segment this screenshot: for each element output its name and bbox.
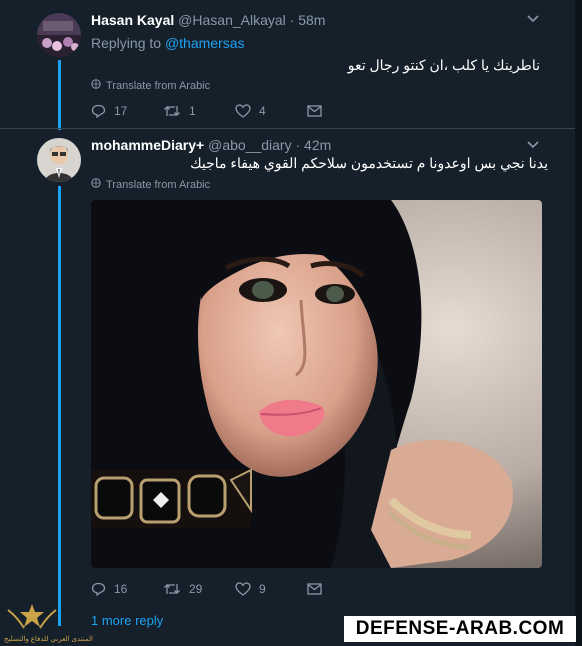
more-replies-link[interactable]: 1 more reply [91,613,163,628]
user-handle[interactable]: @Hasan_Alkayal [178,12,286,28]
globe-icon [91,79,101,92]
like-count: 9 [259,582,266,596]
timestamp[interactable]: · 42m [296,137,332,153]
display-name[interactable]: mohammeDiary+ [91,137,204,153]
display-name[interactable]: Hasan Kayal [91,12,174,28]
retweet-count: 1 [189,104,196,118]
like-button[interactable]: 4 [235,104,307,118]
retweet-count: 29 [189,582,203,596]
message-icon [307,583,322,595]
tweet-text: ناطرينك يا كلب ،ان كنتو رجال تعو [347,57,540,73]
replying-to: Replying to @thamersas [91,35,245,51]
message-button[interactable] [307,583,322,595]
watermark: DEFENSE-ARAB.COM [344,616,576,642]
translate-label: Translate from Arabic [106,79,211,92]
reply-icon [91,104,106,118]
chevron-down-icon[interactable] [527,138,539,152]
replying-handle-link[interactable]: @thamersas [165,35,245,51]
tweet-hasan-kayal[interactable]: Hasan Kayal @Hasan_Alkayal · 58m Replyin… [0,0,575,128]
retweet-button[interactable]: 29 [163,582,235,596]
logo-caption: المنتدى العربي للدفاع والتسليح [4,636,93,643]
translate-label: Translate from Arabic [106,178,211,191]
tweet-header: mohammeDiary+ @abo__diary · 42m [91,137,331,153]
reply-button[interactable]: 16 [91,582,163,596]
like-button[interactable]: 9 [235,582,307,596]
page-edge [575,0,582,646]
avatar[interactable] [37,138,81,182]
chevron-down-icon[interactable] [527,12,539,26]
retweet-icon [163,104,181,118]
tweet-actions: 16 29 9 [91,582,322,596]
translate-link[interactable]: Translate from Arabic [91,79,210,92]
reply-count: 17 [114,104,128,118]
retweet-icon [163,582,181,596]
like-icon [235,104,251,118]
reply-icon [91,582,106,596]
replying-label: Replying to [91,35,162,51]
tweet-photo[interactable] [91,200,542,568]
user-handle[interactable]: @abo__diary [208,137,292,153]
reply-count: 16 [114,582,128,596]
timestamp[interactable]: · 58m [290,12,326,28]
like-icon [235,582,251,596]
reply-button[interactable]: 17 [91,104,163,118]
avatar[interactable] [37,13,81,57]
retweet-button[interactable]: 1 [163,104,235,118]
translate-link[interactable]: Translate from Arabic [91,178,210,191]
tweet-actions: 17 1 4 [91,104,322,118]
tweet-text: يدنا نجي بس اوعدونا م تستخدمون سلاحكم ال… [190,155,548,171]
message-button[interactable] [307,105,322,117]
tweet-mohammediary[interactable]: mohammeDiary+ @abo__diary · 42m يدنا نجي… [0,129,575,646]
message-icon [307,105,322,117]
globe-icon [91,178,101,191]
tweet-header: Hasan Kayal @Hasan_Alkayal · 58m [91,12,325,28]
like-count: 4 [259,104,266,118]
